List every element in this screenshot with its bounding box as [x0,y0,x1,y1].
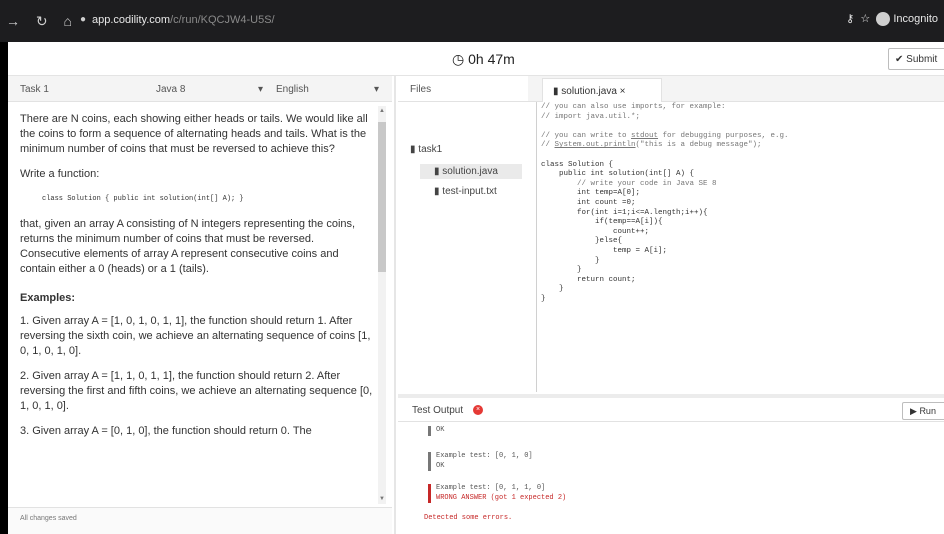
profile-label[interactable]: Incognito [893,13,938,25]
folder-label: task1 [418,144,443,155]
url-host: app.codility.com [92,14,171,26]
example-3: 3. Given array A = [0, 1, 0], the functi… [20,425,312,437]
code-line: int count =0; [541,198,636,207]
code-line: // you can also use imports, for example… [541,103,726,111]
file-label: solution.java [442,166,498,177]
code-line: int temp=A[0]; [541,189,641,198]
code-editor[interactable]: // you can also use imports, for example… [536,102,936,392]
file-label: test-input.txt [442,186,497,197]
error-summary: Detected some errors. [424,514,513,522]
task-scrollbar[interactable]: ▲ ▼ [378,106,386,504]
test-title: Example test: [0, 1, 0] [436,452,533,460]
result-ok: OK [436,426,445,434]
code-line: // write your code in Java SE 8 [541,179,717,188]
code-line: } [541,256,600,265]
scroll-down-icon[interactable]: ▼ [379,496,385,502]
test-output-header: Test Output × ▶ Run [398,398,944,422]
test-result-block: Example test: [0, 1, 0] OK [428,452,533,471]
task-paragraph: that, given an array A consisting of N i… [20,218,356,275]
key-icon[interactable]: ⚷ [846,13,854,25]
editor-tabs: ▮ solution.java × [528,76,944,102]
task-paragraph: There are N coins, each showing either h… [20,113,368,155]
file-icon: ▮ [553,86,559,97]
code-token: ("this is a debug message"); [635,141,762,150]
test-title: Example test: [0, 1, 1, 0] [436,484,546,492]
browser-toolbar: → ↻ ⌂ ● app.codility.com/c/run/KQCJW4-U5… [0,0,944,42]
test-result-block: OK [428,426,444,436]
submit-button[interactable]: ✔ Submit [888,48,944,70]
lock-icon: ● [80,14,87,25]
error-icon: × [473,405,483,415]
code-token: // [541,141,555,150]
code-line: } [541,266,582,275]
file-icon: ▮ [434,186,440,197]
function-signature: class Solution { public int solution(int… [42,195,244,203]
human-language-select[interactable]: English [276,84,309,95]
tab-label: solution.java [561,86,617,97]
timer-value: 0h 47m [468,51,515,67]
code-line: if(temp==A[i]){ [541,218,663,227]
code-line: return count; [541,275,636,284]
browser-nav-icons[interactable]: → ↻ ⌂ [6,13,78,30]
timer-bar: ◷ 0h 47m ✔ Submit [8,42,944,76]
language-dropdown-icon[interactable]: ▾ [258,84,263,95]
browser-right-icons: ⚷ ☆ Incognito [846,12,938,27]
task-paragraph: Write a function: [20,168,100,180]
clock-icon: ◷ [452,51,465,67]
test-output: OK Example test: [0, 1, 0] OK Example tes… [398,422,944,534]
url-path: /c/run/KQCJW4-U5S/ [170,14,275,26]
check-icon: ✔ [895,54,904,65]
code-line: temp = A[i]; [541,246,668,255]
address-bar[interactable]: app.codility.com/c/run/KQCJW4-U5S/ [92,14,275,26]
task-tab[interactable]: Task 1 [20,84,49,95]
code-line: class Solution { [541,160,614,169]
run-button[interactable]: ▶ Run [902,402,944,420]
close-icon[interactable]: × [620,86,626,97]
example-1: 1. Given array A = [1, 0, 1, 0, 1, 1], t… [20,315,371,357]
code-line: for(int i=1;i<=A.length;i++){ [541,208,708,217]
save-status: All changes saved [8,507,392,534]
result-wrong-answer: WRONG ANSWER (got 1 expected 2) [436,493,567,502]
task-scroll-thumb[interactable] [378,122,386,272]
timer: ◷ 0h 47m [452,51,515,68]
language-select[interactable]: Java 8 [156,84,185,95]
task-header: Task 1 Java 8 ▾ English ▾ [8,76,392,102]
code-token: stdout [631,131,659,140]
test-output-label: Test Output [412,405,464,416]
code-token: System.out.println [554,141,636,150]
codility-app: ◷ 0h 47m ✔ Submit Task 1 Java 8 ▾ Englis… [8,42,944,534]
task-description: There are N coins, each showing either h… [8,102,376,507]
tab-solution-java[interactable]: ▮ solution.java × [542,78,662,102]
code-token: for debugging purposes, e.g. [658,131,789,140]
examples-heading: Examples: [20,292,76,304]
scroll-up-icon[interactable]: ▲ [379,108,385,114]
file-item-solution[interactable]: ▮ solution.java [420,164,522,179]
folder-task1[interactable]: ▮ task1 [410,144,442,155]
code-line: count++; [541,227,650,236]
test-result-block-failed: Example test: [0, 1, 1, 0] WRONG ANSWER (… [428,484,566,503]
file-item-test-input[interactable]: ▮ test-input.txt [434,186,497,197]
code-line: // import java.util.*; [541,112,641,121]
code-line: }else{ [541,237,623,246]
folder-icon: ▮ [410,144,416,155]
incognito-avatar[interactable] [876,12,891,27]
file-tree: ▮ task1 ▮ solution.java ▮ test-input.txt [398,102,528,395]
code-line: public int solution(int[] A) { [541,170,695,179]
play-icon: ▶ [910,406,917,416]
code-token: // you can write to [541,131,632,140]
files-header: Files [398,76,528,102]
example-2: 2. Given array A = [1, 1, 0, 1, 1], the … [20,370,373,412]
code-line: } [541,285,564,294]
result-ok: OK [436,461,445,470]
pane-divider[interactable] [394,76,396,534]
code-line: // you can write to stdout for debugging… [541,132,789,140]
submit-label: Submit [906,54,938,65]
star-icon[interactable]: ☆ [860,13,870,25]
run-label: Run [919,406,936,416]
human-language-dropdown-icon[interactable]: ▾ [374,84,379,95]
file-icon: ▮ [434,166,440,177]
code-line: } [541,294,546,303]
code-line: // System.out.println("this is a debug m… [541,141,762,149]
